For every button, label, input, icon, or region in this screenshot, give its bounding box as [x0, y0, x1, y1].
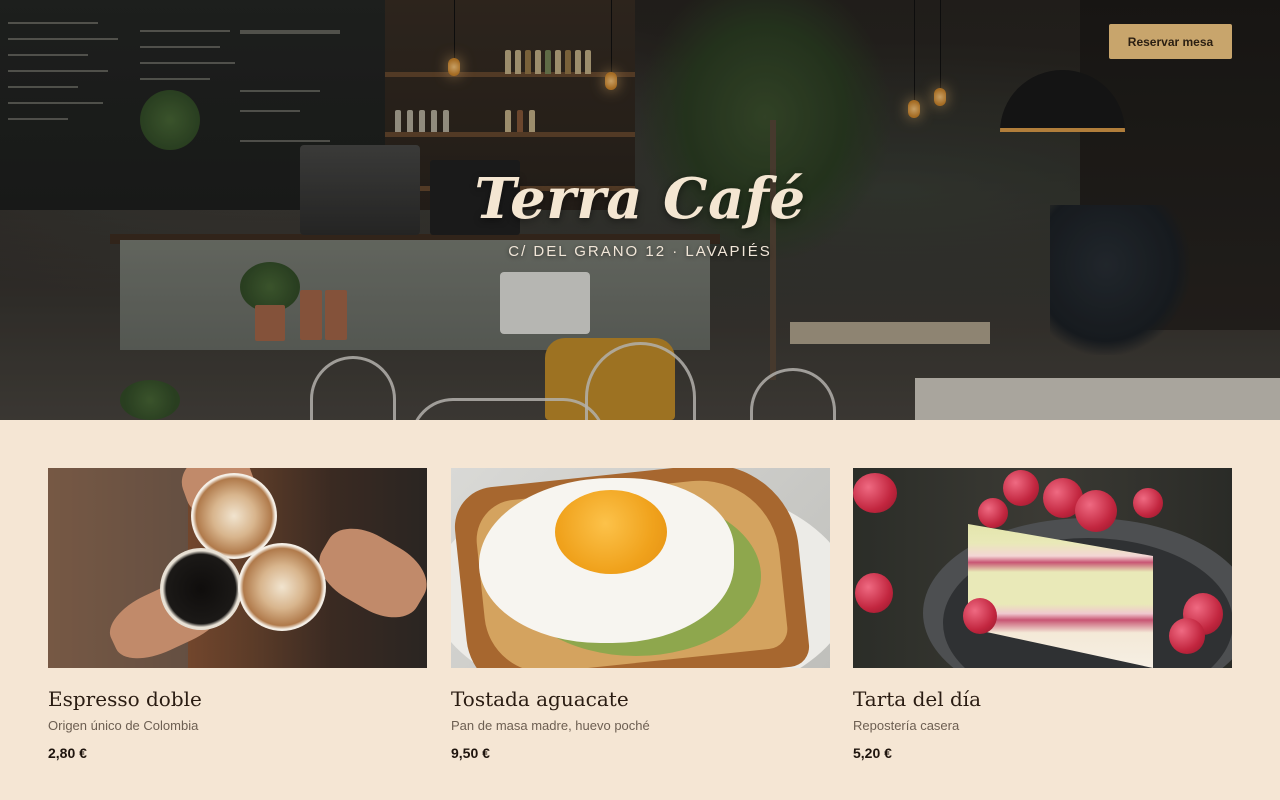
menu-section: Espresso doble Origen único de Colombia …: [48, 468, 1232, 768]
menu-item-price: 9,50 €: [451, 745, 490, 761]
tostada-photo: [451, 468, 830, 668]
menu-card-tarta[interactable]: Tarta del día Repostería casera 5,20 €: [853, 468, 1232, 762]
menu-item-name: Tarta del día: [853, 687, 982, 711]
menu-item-price: 5,20 €: [853, 745, 892, 761]
tarta-photo: [853, 468, 1232, 668]
reserve-table-button[interactable]: Reservar mesa: [1109, 24, 1232, 59]
menu-item-price: 2,80 €: [48, 745, 87, 761]
cafe-address: C/ DEL GRANO 12 · LAVAPIÉS: [508, 243, 772, 260]
menu-item-description: Pan de masa madre, huevo poché: [451, 718, 650, 733]
menu-card-espresso[interactable]: Espresso doble Origen único de Colombia …: [48, 468, 427, 762]
menu-item-description: Repostería casera: [853, 718, 960, 733]
menu-item-name: Espresso doble: [48, 687, 202, 711]
espresso-photo: [48, 468, 427, 668]
menu-card-tostada[interactable]: Tostada aguacate Pan de masa madre, huev…: [451, 468, 830, 762]
cafe-title: Terra Café: [474, 166, 806, 232]
hero-banner: Terra Café C/ DEL GRANO 12 · LAVAPIÉS Re…: [0, 0, 1280, 420]
menu-item-description: Origen único de Colombia: [48, 718, 199, 733]
menu-item-name: Tostada aguacate: [451, 687, 629, 711]
